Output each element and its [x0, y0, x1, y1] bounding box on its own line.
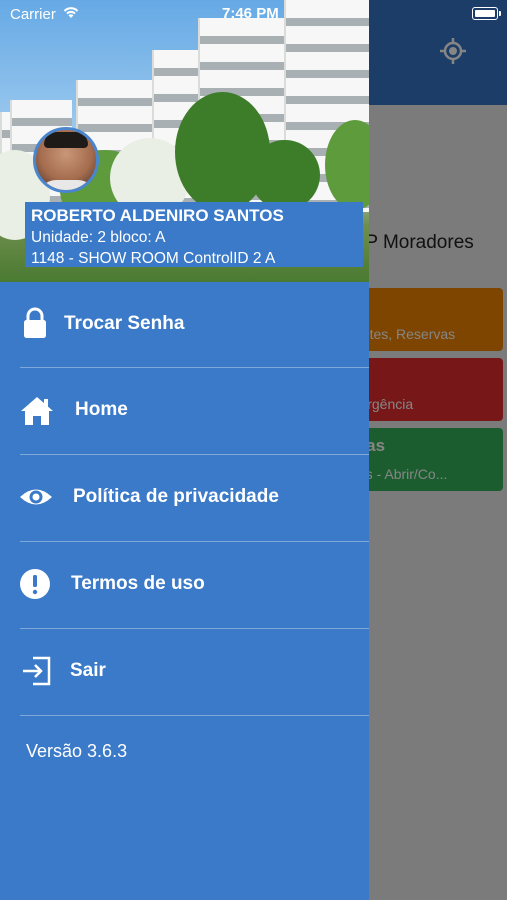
user-location: 1148 - SHOW ROOM ControlID 2 A — [31, 250, 276, 267]
user-name: ROBERTO ALDENIRO SANTOS — [31, 206, 284, 225]
menu-item-privacy-policy[interactable]: Política de privacidade — [20, 455, 369, 542]
menu-label: Home — [75, 399, 128, 420]
menu-label: Política de privacidade — [73, 486, 279, 507]
wifi-icon — [63, 7, 79, 18]
menu-label: Sair — [70, 660, 106, 681]
status-bar: Carrier 7:46 PM — [0, 0, 507, 28]
user-info: ROBERTO ALDENIRO SANTOS Unidade: 2 bloco… — [25, 202, 363, 267]
side-drawer: ROBERTO ALDENIRO SANTOS Unidade: 2 bloco… — [0, 0, 369, 900]
user-unit: Unidade: 2 bloco: A — [31, 229, 166, 246]
avatar[interactable] — [33, 127, 99, 193]
battery-icon — [472, 7, 501, 20]
drawer-header: ROBERTO ALDENIRO SANTOS Unidade: 2 bloco… — [0, 0, 369, 282]
menu-label: Termos de uso — [71, 573, 205, 594]
drawer-menu: Trocar Senha Home Política de privacidad… — [0, 282, 369, 716]
lock-icon — [24, 307, 46, 338]
menu-item-terms-of-use[interactable]: Termos de uso — [20, 542, 369, 629]
menu-item-change-password[interactable]: Trocar Senha — [20, 282, 369, 368]
menu-label: Trocar Senha — [64, 313, 185, 334]
logout-icon — [23, 656, 51, 686]
carrier-label: Carrier — [10, 6, 56, 23]
tree-image — [250, 140, 320, 210]
menu-item-logout[interactable]: Sair — [20, 629, 369, 716]
home-icon — [21, 397, 53, 425]
app-version: Versão 3.6.3 — [26, 741, 128, 761]
exclamation-icon — [20, 569, 50, 599]
menu-item-home[interactable]: Home — [20, 368, 369, 455]
eye-icon — [20, 489, 52, 505]
clock: 7:46 PM — [222, 5, 279, 22]
